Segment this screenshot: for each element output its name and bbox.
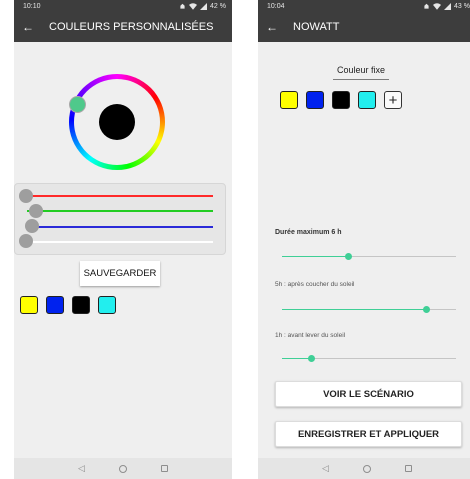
after-sunset-label: 5h : après coucher du soleil: [275, 281, 355, 288]
signal-icon: [444, 2, 452, 10]
status-bar: 10:04 43 %: [258, 0, 470, 12]
slider-thumb[interactable]: [422, 306, 430, 313]
tab-fixed-color[interactable]: Couleur fixe: [333, 65, 390, 80]
app-bar: ← NOWATT: [258, 12, 470, 42]
max-duration-slider[interactable]: [282, 253, 456, 261]
nav-back-icon[interactable]: ◁: [78, 463, 85, 474]
android-nav-bar: ◁: [14, 458, 232, 479]
nav-home-icon[interactable]: [362, 464, 371, 473]
max-duration-label: Durée maximum 6 h: [275, 229, 342, 236]
view-scenario-button[interactable]: VOIR LE SCÉNARIO: [275, 381, 462, 407]
nav-home-icon[interactable]: [118, 464, 127, 473]
status-bar: 10:10 42 %: [14, 0, 232, 12]
slider-thumb[interactable]: [344, 253, 352, 260]
status-time: 10:10: [23, 2, 41, 10]
save-button[interactable]: SAUVEGARDER: [80, 261, 160, 286]
color-swatches: +: [280, 91, 402, 109]
rgb-sliders-panel: [14, 183, 226, 255]
dnd-icon: [424, 3, 429, 9]
color-wheel-thumb[interactable]: [69, 96, 86, 113]
blue-slider-track[interactable]: [27, 226, 213, 228]
slider-fill: [282, 256, 349, 257]
swatch-yellow[interactable]: [280, 91, 298, 109]
white-slider-track[interactable]: [27, 241, 213, 243]
swatch-black[interactable]: [72, 296, 90, 314]
red-slider-thumb[interactable]: [19, 189, 33, 203]
app-bar: ← COULEURS PERSONNALISÉES: [14, 12, 232, 42]
before-sunrise-label: 1h : avant lever du soleil: [275, 332, 346, 339]
nav-recents-icon[interactable]: [160, 465, 168, 472]
red-slider-track[interactable]: [27, 195, 213, 197]
swatch-black[interactable]: [332, 91, 350, 109]
white-slider-thumb[interactable]: [19, 234, 33, 248]
android-nav-bar: ◁: [258, 458, 470, 479]
after-sunset-slider[interactable]: [282, 306, 456, 314]
selected-color-preview: [99, 104, 135, 140]
swatch-blue[interactable]: [306, 91, 324, 109]
swatch-blue[interactable]: [46, 296, 64, 314]
battery-level: 42 %: [210, 2, 226, 10]
green-slider-thumb[interactable]: [29, 204, 43, 218]
slider-fill: [282, 309, 427, 310]
color-swatches: [20, 296, 116, 314]
wifi-icon: [433, 2, 442, 10]
save-and-apply-button[interactable]: ENREGISTRER ET APPLIQUER: [275, 421, 462, 447]
dnd-icon: [180, 3, 185, 9]
battery-level: 43 %: [454, 2, 470, 10]
swatch-yellow[interactable]: [20, 296, 38, 314]
back-arrow-icon[interactable]: ←: [22, 20, 40, 34]
slider-thumb[interactable]: [308, 355, 316, 362]
wifi-icon: [189, 2, 198, 10]
phone-left-screen: 10:10 42 % ← COULEURS PERSONNALISÉES SAU…: [14, 0, 232, 479]
blue-slider-thumb[interactable]: [25, 219, 39, 233]
green-slider-track[interactable]: [27, 210, 213, 212]
page-title: COULEURS PERSONNALISÉES: [49, 21, 214, 33]
phone-right-screen: 10:04 43 % ← NOWATT Couleur fixe + Durée…: [258, 0, 470, 479]
back-arrow-icon[interactable]: ←: [266, 20, 284, 34]
before-sunrise-slider[interactable]: [282, 355, 456, 363]
plus-icon[interactable]: +: [384, 91, 402, 109]
nav-recents-icon[interactable]: [404, 465, 412, 472]
color-wheel[interactable]: [69, 74, 165, 170]
swatch-cyan[interactable]: [358, 91, 376, 109]
swatch-cyan[interactable]: [98, 296, 116, 314]
status-time: 10:04: [267, 2, 285, 10]
page-title: NOWATT: [293, 21, 340, 33]
nav-back-icon[interactable]: ◁: [322, 463, 329, 474]
signal-icon: [200, 2, 208, 10]
